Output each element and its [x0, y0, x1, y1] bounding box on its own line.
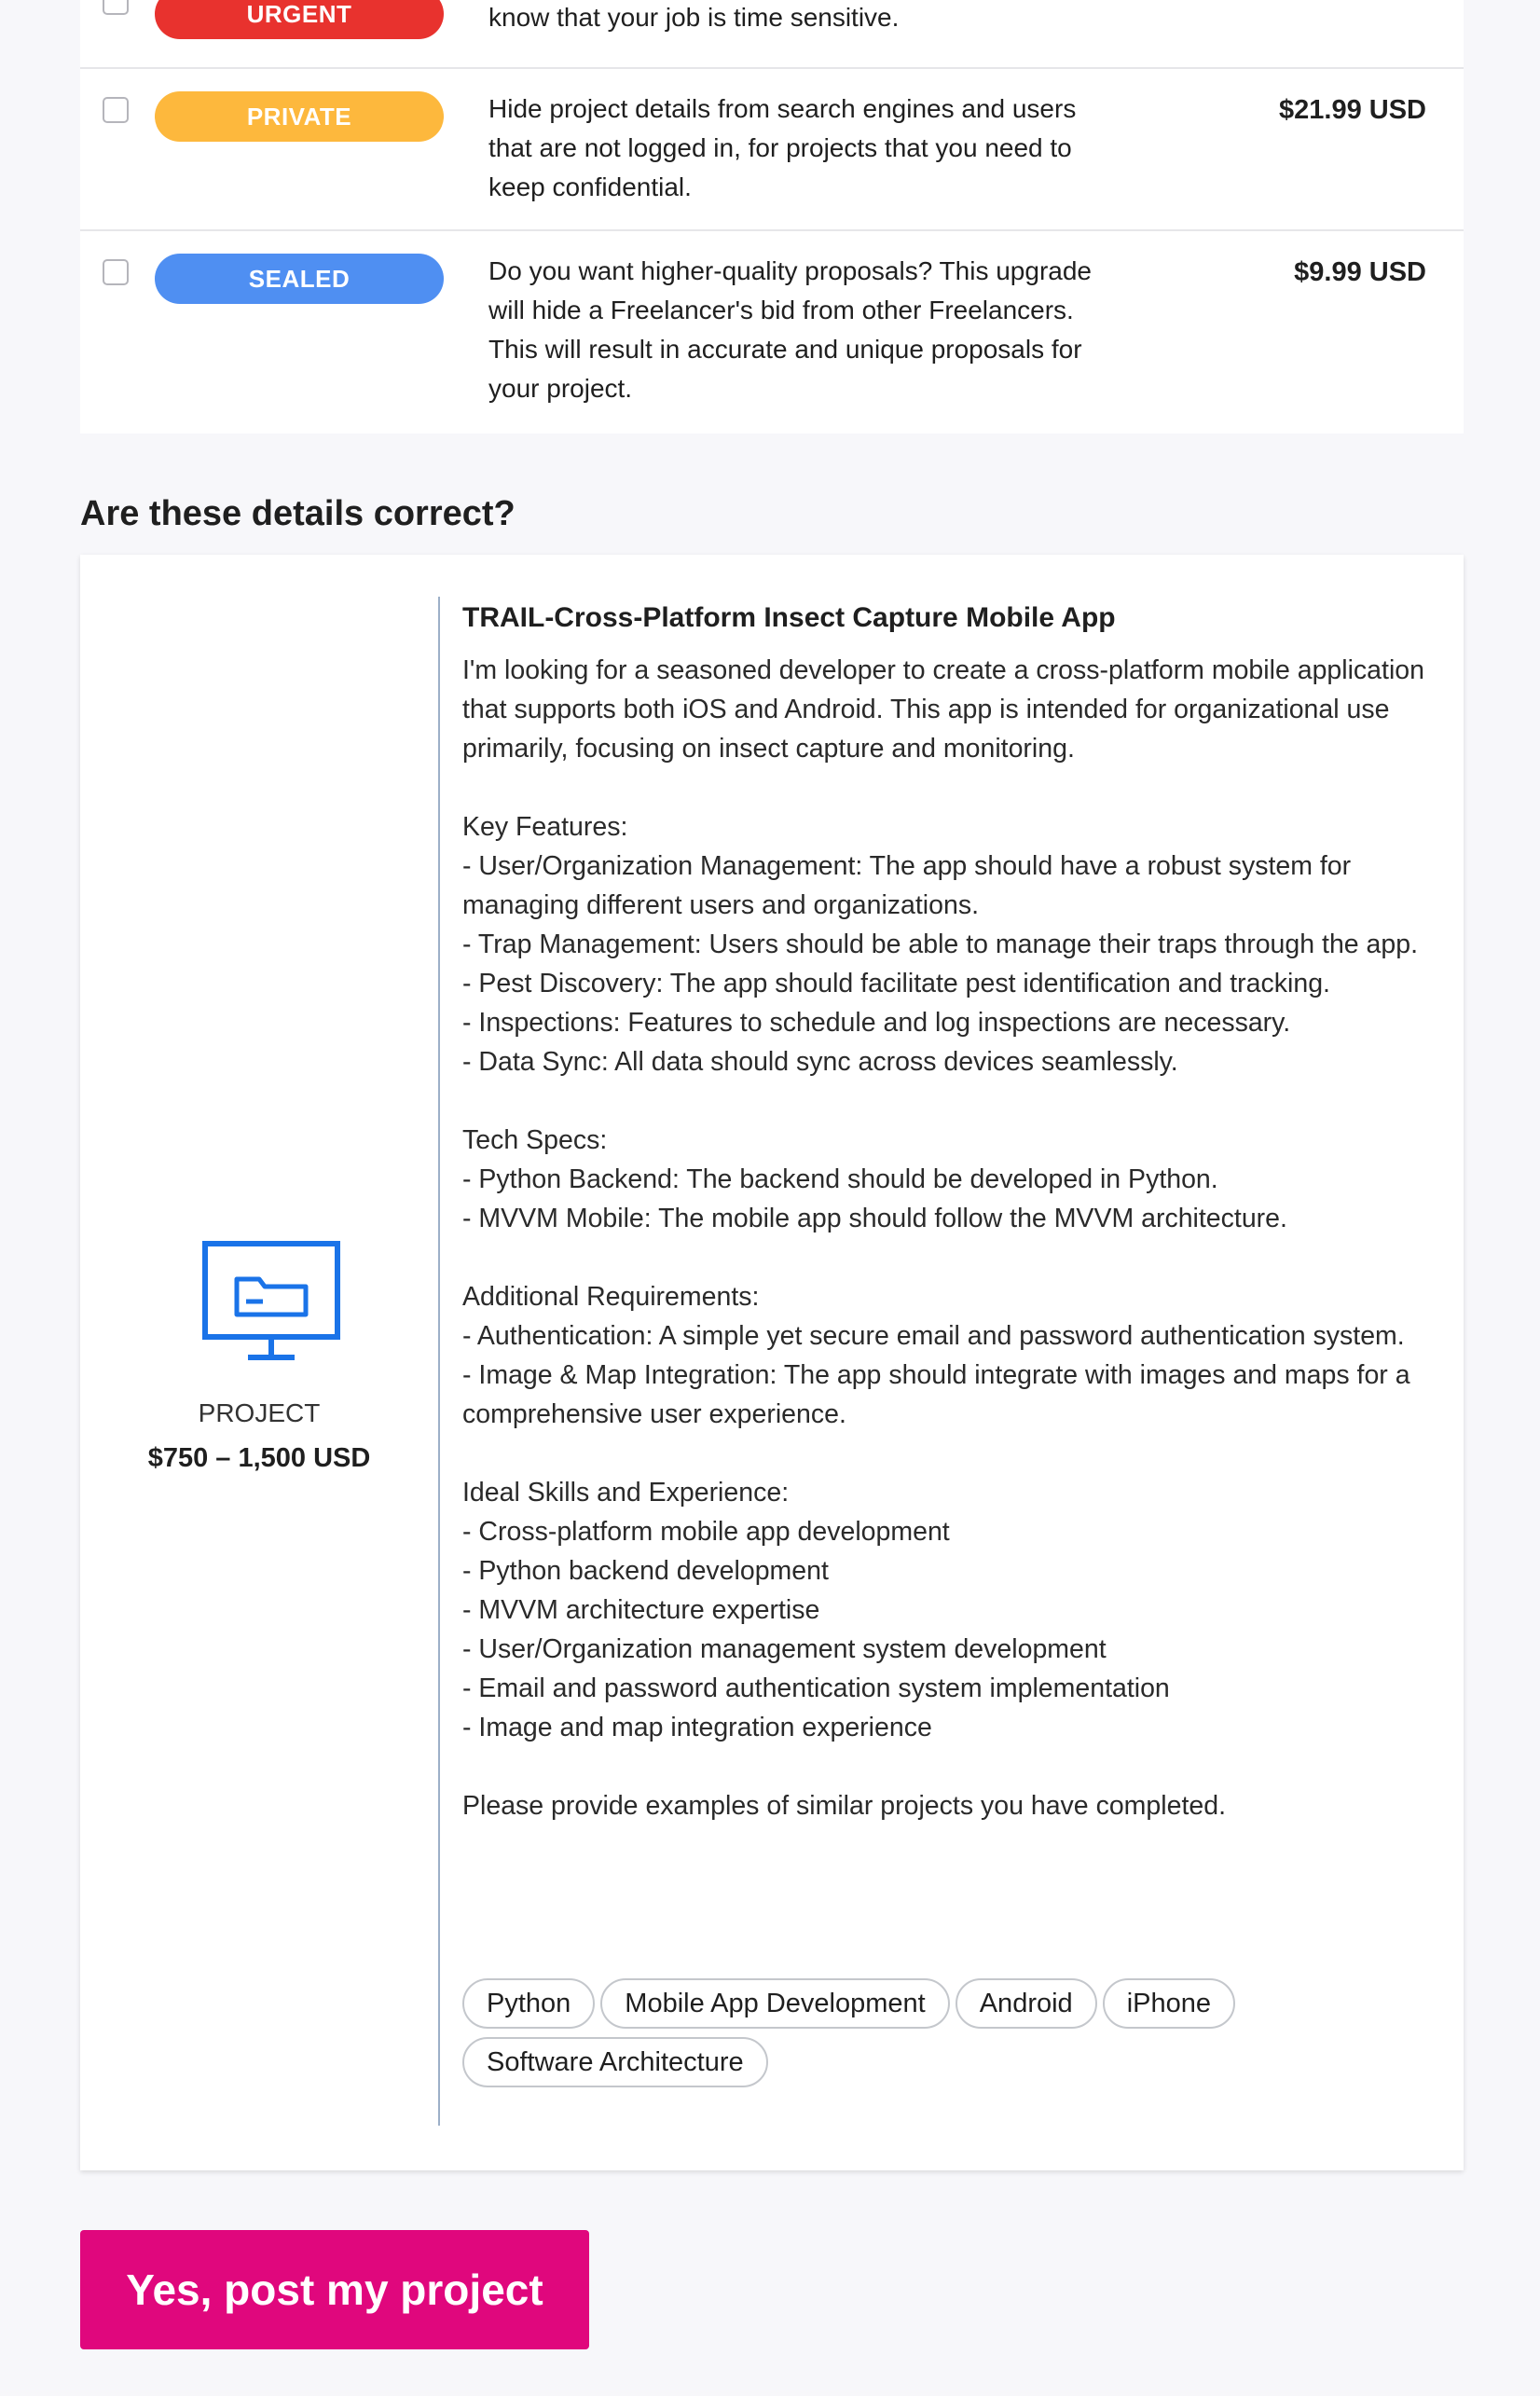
skill-tag: Mobile App Development — [600, 1978, 950, 2029]
upgrade-row-urgent: URGENT know that your job is time sensit… — [80, 0, 1464, 68]
project-type-label: PROJECT — [198, 1398, 321, 1427]
skill-tag: Software Architecture — [462, 2037, 768, 2087]
sealed-badge: SEALED — [155, 254, 444, 304]
sealed-price: $9.99 USD — [1294, 257, 1426, 287]
urgent-description: know that your job is time sensitive. — [488, 3, 900, 32]
private-description: Hide project details from search engines… — [488, 94, 1077, 201]
skill-tag: Python — [462, 1978, 596, 2029]
section-title: Are these details correct? — [80, 494, 516, 533]
urgent-checkbox[interactable] — [103, 0, 129, 15]
private-price: $21.99 USD — [1279, 95, 1426, 125]
skill-tags: Python Mobile App Development Android iPhon… — [462, 1978, 1432, 2096]
upgrade-row-private: PRIVATE Hide project details from search… — [80, 67, 1464, 231]
project-title: TRAIL-Cross-Platform Insect Capture Mobi… — [462, 602, 1116, 633]
column-divider — [438, 597, 440, 2126]
skill-tag: iPhone — [1102, 1978, 1235, 2029]
urgent-badge: URGENT — [155, 0, 444, 39]
project-summary: PROJECT $750 – 1,500 USD — [80, 555, 438, 2170]
post-project-button[interactable]: Yes, post my project — [80, 2230, 589, 2349]
private-checkbox[interactable] — [103, 97, 129, 123]
skill-tag: Android — [955, 1978, 1097, 2029]
project-description: I'm looking for a seasoned developer to … — [462, 655, 1424, 1821]
project-details-card: PROJECT $750 – 1,500 USD TRAIL-Cross-Pla… — [80, 555, 1464, 2170]
sealed-checkbox[interactable] — [103, 259, 129, 285]
upgrades-panel: URGENT know that your job is time sensit… — [80, 0, 1464, 434]
sealed-description: Do you want higher-quality proposals? Th… — [488, 256, 1092, 403]
project-content: TRAIL-Cross-Platform Insect Capture Mobi… — [462, 599, 1432, 1825]
project-budget: $750 – 1,500 USD — [147, 1443, 371, 1473]
upgrade-row-sealed: SEALED Do you want higher-quality propos… — [80, 229, 1464, 435]
private-badge: PRIVATE — [155, 91, 444, 142]
monitor-folder-icon — [202, 1241, 340, 1360]
